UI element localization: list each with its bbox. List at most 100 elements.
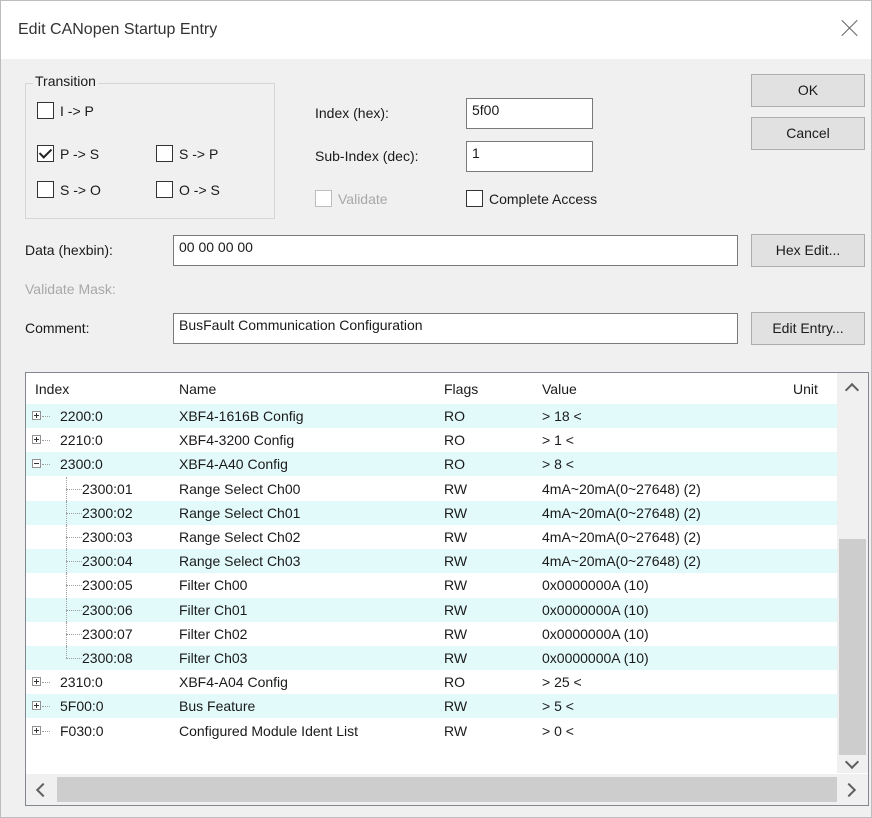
scroll-down-icon[interactable] — [844, 754, 860, 770]
cell-index: 2310:0 — [60, 674, 103, 691]
cell-index: 2210:0 — [60, 432, 103, 449]
cell-flags: RO — [444, 408, 465, 424]
cell-name: Range Select Ch03 — [179, 553, 301, 570]
checkbox-p-to-s[interactable]: P -> S — [37, 145, 99, 162]
checkbox-box-disabled — [315, 190, 332, 207]
cell-name: Filter Ch00 — [179, 577, 248, 594]
collapse-minus-icon[interactable] — [32, 459, 41, 469]
cell-name: Filter Ch01 — [179, 601, 248, 618]
cell-name: XBF4-A40 Config — [179, 456, 288, 473]
validate-mask-label: Validate Mask: — [25, 281, 116, 297]
cell-name: Range Select Ch00 — [179, 480, 301, 497]
checkbox-label: S -> P — [179, 145, 219, 162]
scroll-left-icon[interactable] — [35, 782, 51, 798]
vertical-scrollbar[interactable] — [837, 373, 868, 773]
expand-plus-icon[interactable] — [32, 435, 41, 445]
column-header-value[interactable]: Value — [542, 381, 577, 397]
cell-name: XBF4-1616B Config — [179, 408, 304, 424]
checkbox-box[interactable] — [156, 145, 173, 162]
cell-value: > 25 < — [542, 674, 582, 691]
cell-value: > 18 < — [542, 408, 582, 424]
tree-connector — [66, 525, 67, 549]
cell-flags: RW — [444, 504, 468, 521]
column-header-index[interactable]: Index — [35, 381, 69, 397]
vertical-scroll-thumb[interactable] — [839, 539, 866, 755]
column-header-flags[interactable]: Flags — [444, 381, 478, 397]
cell-flags: RW — [444, 601, 468, 618]
cell-flags: RW — [444, 577, 468, 594]
table-row[interactable]: 2300:0 XBF4-A40 Config RO > 8 < — [26, 452, 837, 477]
checkbox-s-to-o[interactable]: S -> O — [37, 181, 101, 198]
expand-plus-icon[interactable] — [32, 411, 41, 420]
checkbox-i-to-p[interactable]: I -> P — [37, 102, 94, 119]
table-row[interactable]: 2200:0 XBF4-1616B Config RO > 18 < — [26, 404, 837, 428]
table-row[interactable]: 2300:07 Filter Ch02 RW 0x0000000A (10) — [26, 621, 837, 646]
cell-name: Filter Ch03 — [179, 650, 248, 666]
edit-entry-button[interactable]: Edit Entry... — [751, 312, 865, 345]
cell-flags: RW — [444, 625, 468, 642]
checkbox-o-to-s[interactable]: O -> S — [156, 181, 220, 198]
table-row[interactable]: F030:0 Configured Module Ident List RW > 0 … — [26, 719, 837, 743]
horizontal-scrollbar[interactable] — [26, 774, 868, 805]
cell-flags: RW — [444, 722, 468, 739]
cell-value: > 8 < — [542, 456, 574, 473]
table-row[interactable]: 2300:05 Filter Ch00 RW 0x0000000A (10) — [26, 573, 837, 598]
cell-value: > 0 < — [542, 722, 574, 739]
expand-plus-icon[interactable] — [32, 725, 41, 735]
close-icon[interactable] — [839, 17, 861, 39]
subindex-input[interactable]: 1 — [466, 141, 593, 172]
tree-connector — [66, 658, 82, 659]
table-row[interactable]: 2300:04 Range Select Ch03 RW 4mA~20mA(0~276… — [26, 549, 837, 574]
table-row[interactable]: 2210:0 XBF4-3200 Config RO > 1 < — [26, 428, 837, 452]
tree-connector — [66, 646, 67, 658]
table-row[interactable]: 2300:03 Range Select Ch02 RW 4mA~20mA(0~276… — [26, 525, 837, 549]
index-label: Index (hex): — [315, 105, 389, 121]
cell-index: 2300:05 — [82, 577, 133, 594]
scroll-up-icon[interactable] — [844, 382, 860, 398]
scroll-right-icon[interactable] — [841, 782, 857, 798]
cell-name: Bus Feature — [179, 698, 256, 715]
column-header-name[interactable]: Name — [179, 381, 216, 397]
cancel-button[interactable]: Cancel — [751, 117, 865, 150]
cell-name: Range Select Ch01 — [179, 504, 301, 521]
tree-connector — [42, 440, 50, 442]
checkbox-s-to-p[interactable]: S -> P — [156, 145, 218, 162]
table-row[interactable]: 2310:0 XBF4-A04 Config RO > 25 < — [26, 670, 837, 694]
cell-flags: RW — [444, 529, 468, 545]
checkbox-box[interactable] — [37, 181, 54, 198]
table-row[interactable]: 5F00:0 Bus Feature RW > 5 < — [26, 694, 837, 719]
index-input[interactable]: 5f00 — [466, 98, 593, 129]
cell-value: 4mA~20mA(0~27648) (2) — [542, 480, 701, 497]
cell-index: 2300:0 — [60, 456, 103, 473]
table-row[interactable]: 2300:02 Range Select Ch01 RW 4mA~20mA(0~276… — [26, 500, 837, 525]
tree-connector — [66, 609, 82, 611]
expand-plus-icon[interactable] — [32, 677, 41, 687]
hex-edit-button[interactable]: Hex Edit... — [751, 234, 865, 267]
cell-value: 4mA~20mA(0~27648) (2) — [542, 504, 701, 521]
cell-flags: RW — [444, 553, 468, 570]
cell-flags: RW — [444, 698, 468, 715]
data-input[interactable]: 00 00 00 00 — [173, 235, 738, 266]
checkbox-box-checked[interactable] — [37, 145, 54, 162]
tree-connector — [66, 512, 82, 514]
tree-connector — [66, 585, 82, 587]
checkbox-box[interactable] — [156, 181, 173, 198]
checkbox-box[interactable] — [37, 102, 54, 119]
ok-button[interactable]: OK — [751, 74, 865, 107]
tree-connector — [66, 621, 67, 646]
checkbox-box[interactable] — [466, 190, 483, 207]
table-row[interactable]: 2300:01 Range Select Ch00 RW 4mA~20mA(0~276… — [26, 476, 837, 501]
checkbox-complete-access[interactable]: Complete Access — [466, 190, 597, 207]
column-header-unit[interactable]: Unit — [793, 381, 818, 397]
cell-value: 4mA~20mA(0~27648) (2) — [542, 529, 701, 545]
comment-input[interactable]: BusFault Communication Configuration — [173, 313, 738, 344]
entry-list[interactable]: Index Name Flags Value Unit 2200:0 XBF4-1… — [25, 372, 869, 806]
table-row[interactable]: 2300:06 Filter Ch01 RW 0x0000000A (10) — [26, 597, 837, 622]
checkbox-label: S -> O — [60, 181, 101, 198]
tree-connector — [66, 561, 82, 563]
expand-plus-icon[interactable] — [32, 701, 41, 711]
horizontal-scroll-thumb[interactable] — [57, 777, 837, 802]
table-row[interactable]: 2300:08 Filter Ch03 RW 0x0000000A (10) — [26, 646, 837, 670]
checkbox-label: O -> S — [179, 181, 220, 198]
cell-value: > 5 < — [542, 698, 574, 715]
